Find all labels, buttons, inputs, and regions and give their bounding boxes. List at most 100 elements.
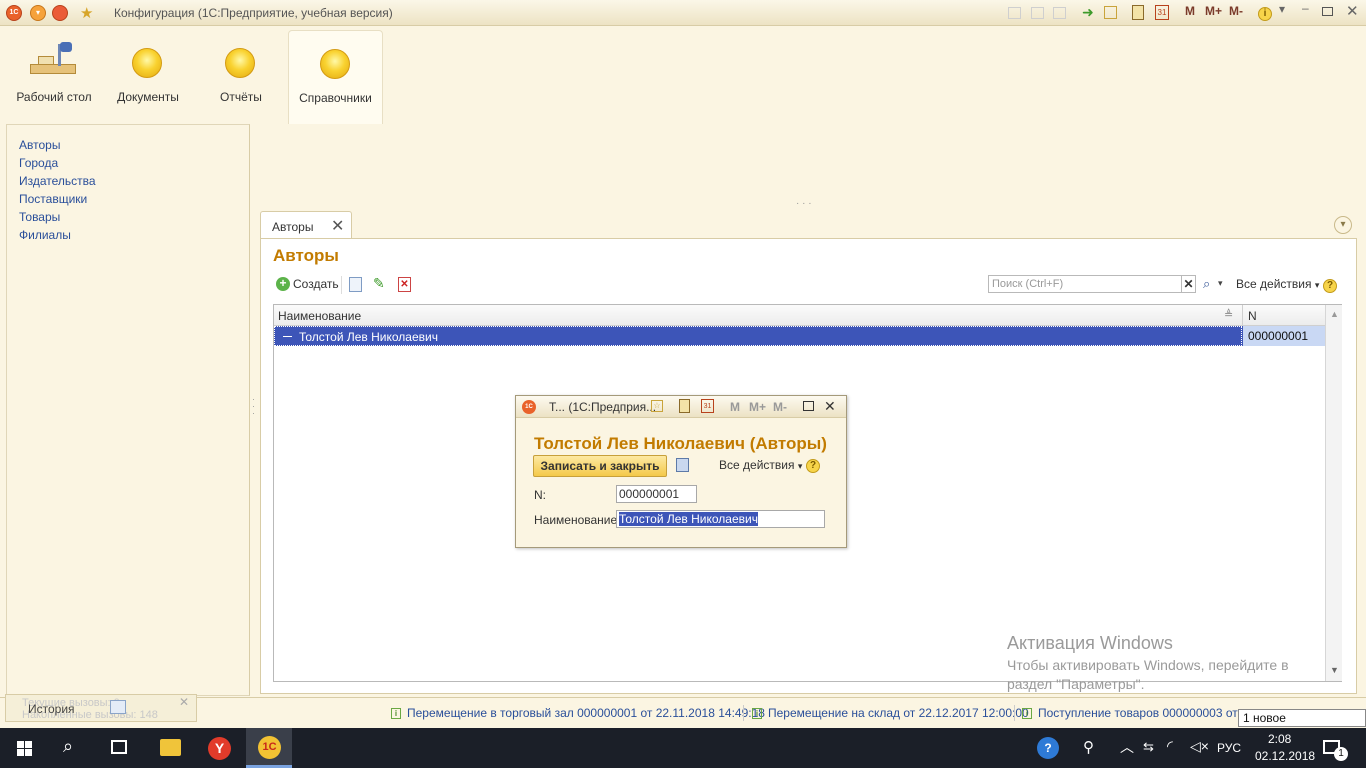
- close-icon[interactable]: ✕: [1346, 2, 1359, 20]
- app-logo-icon[interactable]: 1С: [6, 5, 22, 21]
- restore-icon[interactable]: [1322, 7, 1333, 16]
- dialog-memory-m[interactable]: M: [730, 400, 740, 414]
- dialog-save-icon[interactable]: [676, 458, 689, 472]
- help-icon[interactable]: i: [1258, 5, 1272, 21]
- yandex-browser-icon[interactable]: Y: [208, 737, 231, 760]
- close-app-icon[interactable]: [52, 5, 68, 21]
- dialog-all-actions-button[interactable]: Все действия ▾: [719, 458, 802, 472]
- clock-time[interactable]: 2:08: [1268, 732, 1291, 746]
- dialog-window-title: Т... (1С:Предприя...: [549, 400, 657, 414]
- print-icon[interactable]: [1031, 7, 1044, 19]
- column-header-name[interactable]: Наименование: [278, 309, 361, 323]
- scroll-up-icon[interactable]: ▲: [1330, 309, 1339, 319]
- row-code: 000000001: [1248, 329, 1309, 343]
- people-icon[interactable]: ⚲: [1083, 738, 1094, 756]
- help-tray-icon[interactable]: ?: [1037, 737, 1059, 759]
- panel-splitter-handle[interactable]: · · ·: [252, 395, 255, 418]
- dialog-calculator-icon[interactable]: [679, 399, 690, 413]
- copy-icon[interactable]: [349, 277, 362, 292]
- file-explorer-icon[interactable]: [160, 739, 181, 756]
- nav-item-authors[interactable]: Авторы: [19, 138, 60, 152]
- tabs-menu-icon[interactable]: ▾: [1334, 216, 1352, 234]
- minimize-icon[interactable]: –: [1302, 1, 1309, 15]
- calendar-icon[interactable]: 31: [1155, 5, 1169, 20]
- dialog-maximize-icon[interactable]: [803, 401, 814, 411]
- sort-icon[interactable]: ≜: [1224, 308, 1233, 321]
- section-reports[interactable]: Отчёты: [195, 30, 287, 122]
- status-message[interactable]: i Перемещение на склад от 22.12.2017 12:0…: [752, 706, 1029, 720]
- tray-chevron-icon[interactable]: ︿: [1120, 737, 1134, 757]
- dialog-memory-plus[interactable]: M+: [749, 400, 766, 414]
- favorites-star-icon[interactable]: ★: [80, 4, 93, 22]
- preview-icon[interactable]: [1053, 7, 1066, 19]
- form-help-icon[interactable]: ?: [1323, 277, 1337, 293]
- dialog-help-icon[interactable]: ?: [806, 457, 820, 473]
- history-close-icon[interactable]: ✕: [179, 695, 189, 709]
- calculator-icon[interactable]: [1132, 5, 1144, 20]
- navigate-icon[interactable]: ➜: [1082, 4, 1094, 21]
- history-label: История: [28, 702, 75, 716]
- dialog-memory-minus[interactable]: M-: [773, 400, 787, 414]
- memory-plus-button[interactable]: M+: [1205, 4, 1222, 18]
- section-desktop[interactable]: Рабочий стол: [8, 30, 100, 122]
- status-message-text: Перемещение на склад от 22.12.2017 12:00…: [768, 706, 1029, 720]
- all-actions-button[interactable]: Все действия ▾: [1236, 277, 1319, 291]
- nav-item-cities[interactable]: Города: [19, 156, 58, 170]
- language-indicator[interactable]: РУС: [1217, 741, 1241, 755]
- network-icon[interactable]: ⇆: [1143, 739, 1154, 755]
- save-icon[interactable]: [1008, 7, 1021, 19]
- bookmark-icon[interactable]: [1104, 6, 1117, 19]
- watermark-title: Активация Windows: [1007, 633, 1173, 653]
- wifi-icon[interactable]: ◜: [1167, 737, 1173, 755]
- status-divider: [743, 705, 744, 721]
- clock-date[interactable]: 02.12.2018: [1255, 749, 1315, 763]
- windows-start-icon[interactable]: [17, 741, 32, 756]
- search-input[interactable]: Поиск (Ctrl+F): [988, 275, 1182, 293]
- table-scrollbar[interactable]: ▲ ▼: [1325, 305, 1342, 681]
- task-view-icon[interactable]: [111, 740, 127, 754]
- edit-pencil-icon[interactable]: ✎: [373, 275, 385, 292]
- section-ball-icon: [225, 48, 255, 78]
- dialog-app-icon: 1С: [522, 400, 536, 414]
- section-catalogs[interactable]: Справочники: [288, 30, 383, 124]
- search-icon[interactable]: ⌕: [1203, 276, 1210, 292]
- nav-item-goods[interactable]: Товары: [19, 210, 60, 224]
- windows-taskbar: ⌕ Y 1С ? ⚲ ︿ ⇆ ◜ ◁× РУС 2:08 02.12.2018 …: [0, 728, 1366, 768]
- dialog-title-bar: 1С Т... (1С:Предприя... ☆ 31 M M+ M- ✕: [516, 396, 846, 418]
- tab-close-icon[interactable]: ✕: [331, 216, 344, 236]
- save-and-close-button[interactable]: Записать и закрыть: [533, 455, 667, 477]
- name-field[interactable]: Толстой Лев Николаевич: [616, 510, 825, 528]
- dialog-calendar-icon[interactable]: 31: [701, 399, 714, 413]
- dialog-close-icon[interactable]: ✕: [824, 398, 836, 415]
- code-field[interactable]: 000000001: [616, 485, 697, 503]
- nav-item-suppliers[interactable]: Поставщики: [19, 192, 87, 206]
- status-message[interactable]: i Перемещение в торговый зал 000000001 от…: [391, 706, 765, 720]
- tab-authors[interactable]: Авторы ✕: [260, 211, 352, 239]
- dialog-bookmark-icon[interactable]: ☆: [651, 400, 663, 412]
- nav-item-branches[interactable]: Филиалы: [19, 228, 71, 242]
- table-cell-name[interactable]: Толстой Лев Николаевич: [274, 326, 1242, 346]
- search-dropdown-icon[interactable]: ▾: [1218, 278, 1223, 289]
- status-message[interactable]: iПоступление товаров 000000003 от 22.12.…: [1022, 706, 1238, 720]
- watermark-line-1: Чтобы активировать Windows, перейдите в: [1007, 657, 1289, 673]
- history-panel[interactable]: Текущие вызовы: 0 Накопленные вызовы: 14…: [5, 694, 197, 722]
- memory-minus-button[interactable]: M-: [1229, 4, 1243, 18]
- status-bar: Текущие вызовы: 0 Накопленные вызовы: 14…: [0, 694, 1366, 727]
- delete-mark-icon[interactable]: ✕: [398, 277, 411, 292]
- section-label: Документы: [117, 90, 179, 104]
- section-documents[interactable]: Документы: [102, 30, 194, 122]
- column-header-code[interactable]: N: [1248, 309, 1257, 323]
- help-dropdown-icon[interactable]: ▾: [1279, 2, 1285, 16]
- scroll-down-icon[interactable]: ▼: [1330, 665, 1339, 675]
- table-cell-code[interactable]: 000000001: [1243, 326, 1325, 346]
- main-menu-icon[interactable]: ▾: [30, 5, 46, 21]
- area-splitter-handle[interactable]: · · ·: [796, 198, 812, 209]
- search-clear-icon[interactable]: ✕: [1181, 275, 1196, 293]
- section-ball-icon: [132, 48, 162, 78]
- taskbar-search-icon[interactable]: ⌕: [63, 736, 73, 757]
- nav-item-publishers[interactable]: Издательства: [19, 174, 96, 188]
- taskbar-1c-app[interactable]: 1С: [246, 728, 292, 768]
- memory-m-button[interactable]: M: [1185, 4, 1195, 18]
- volume-icon[interactable]: ◁×: [1190, 738, 1209, 755]
- notification-toast[interactable]: 1 новое уведомление: [1238, 709, 1366, 739]
